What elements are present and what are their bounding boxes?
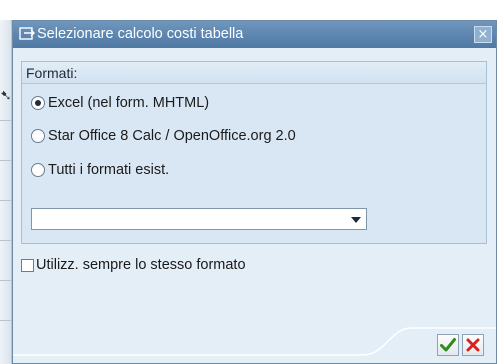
divider bbox=[0, 160, 12, 161]
cursor-arrow-icon: ➷ bbox=[0, 88, 12, 104]
confirm-button[interactable] bbox=[437, 334, 459, 356]
divider bbox=[0, 280, 12, 281]
dialog-title: Selezionare calcolo costi tabella bbox=[37, 26, 244, 42]
formats-group-header: Formati: bbox=[22, 62, 486, 84]
close-button[interactable]: × bbox=[474, 26, 492, 43]
dialog-titlebar[interactable]: Selezionare calcolo costi tabella × bbox=[13, 21, 496, 48]
export-format-dialog: Selezionare calcolo costi tabella × Form… bbox=[12, 20, 497, 364]
radio-button[interactable] bbox=[31, 163, 45, 177]
radio-button[interactable] bbox=[31, 129, 45, 143]
always-same-format-option[interactable]: Utilizz. sempre lo stesso formato bbox=[21, 256, 246, 274]
checkmark-icon bbox=[440, 338, 456, 352]
divider bbox=[0, 120, 12, 121]
footer-divider-curve bbox=[13, 327, 496, 356]
dialog-arrow-icon bbox=[19, 27, 35, 40]
divider bbox=[0, 200, 12, 201]
background-app-header bbox=[0, 0, 500, 20]
chevron-down-icon[interactable] bbox=[351, 217, 361, 223]
format-dropdown[interactable] bbox=[31, 208, 367, 230]
divider bbox=[0, 320, 12, 321]
cancel-x-icon bbox=[466, 338, 480, 352]
divider bbox=[0, 240, 12, 241]
radio-label: Tutti i formati esist. bbox=[48, 162, 170, 178]
background-app-sidebar: ➷ bbox=[0, 20, 12, 364]
always-same-format-checkbox[interactable] bbox=[21, 258, 34, 272]
always-same-format-label: Utilizz. sempre lo stesso formato bbox=[36, 257, 246, 273]
radio-label: Excel (nel form. MHTML) bbox=[48, 95, 210, 111]
cancel-button[interactable] bbox=[462, 334, 484, 356]
formats-group: Formati: Excel (nel form. MHTML) Star Of… bbox=[21, 61, 487, 244]
radio-option-all-formats[interactable]: Tutti i formati esist. bbox=[31, 160, 169, 180]
radio-button[interactable] bbox=[31, 96, 45, 110]
radio-option-excel[interactable]: Excel (nel form. MHTML) bbox=[31, 93, 209, 113]
radio-label: Star Office 8 Calc / OpenOffice.org 2.0 bbox=[48, 128, 296, 144]
radio-option-staroffice[interactable]: Star Office 8 Calc / OpenOffice.org 2.0 bbox=[31, 126, 296, 146]
